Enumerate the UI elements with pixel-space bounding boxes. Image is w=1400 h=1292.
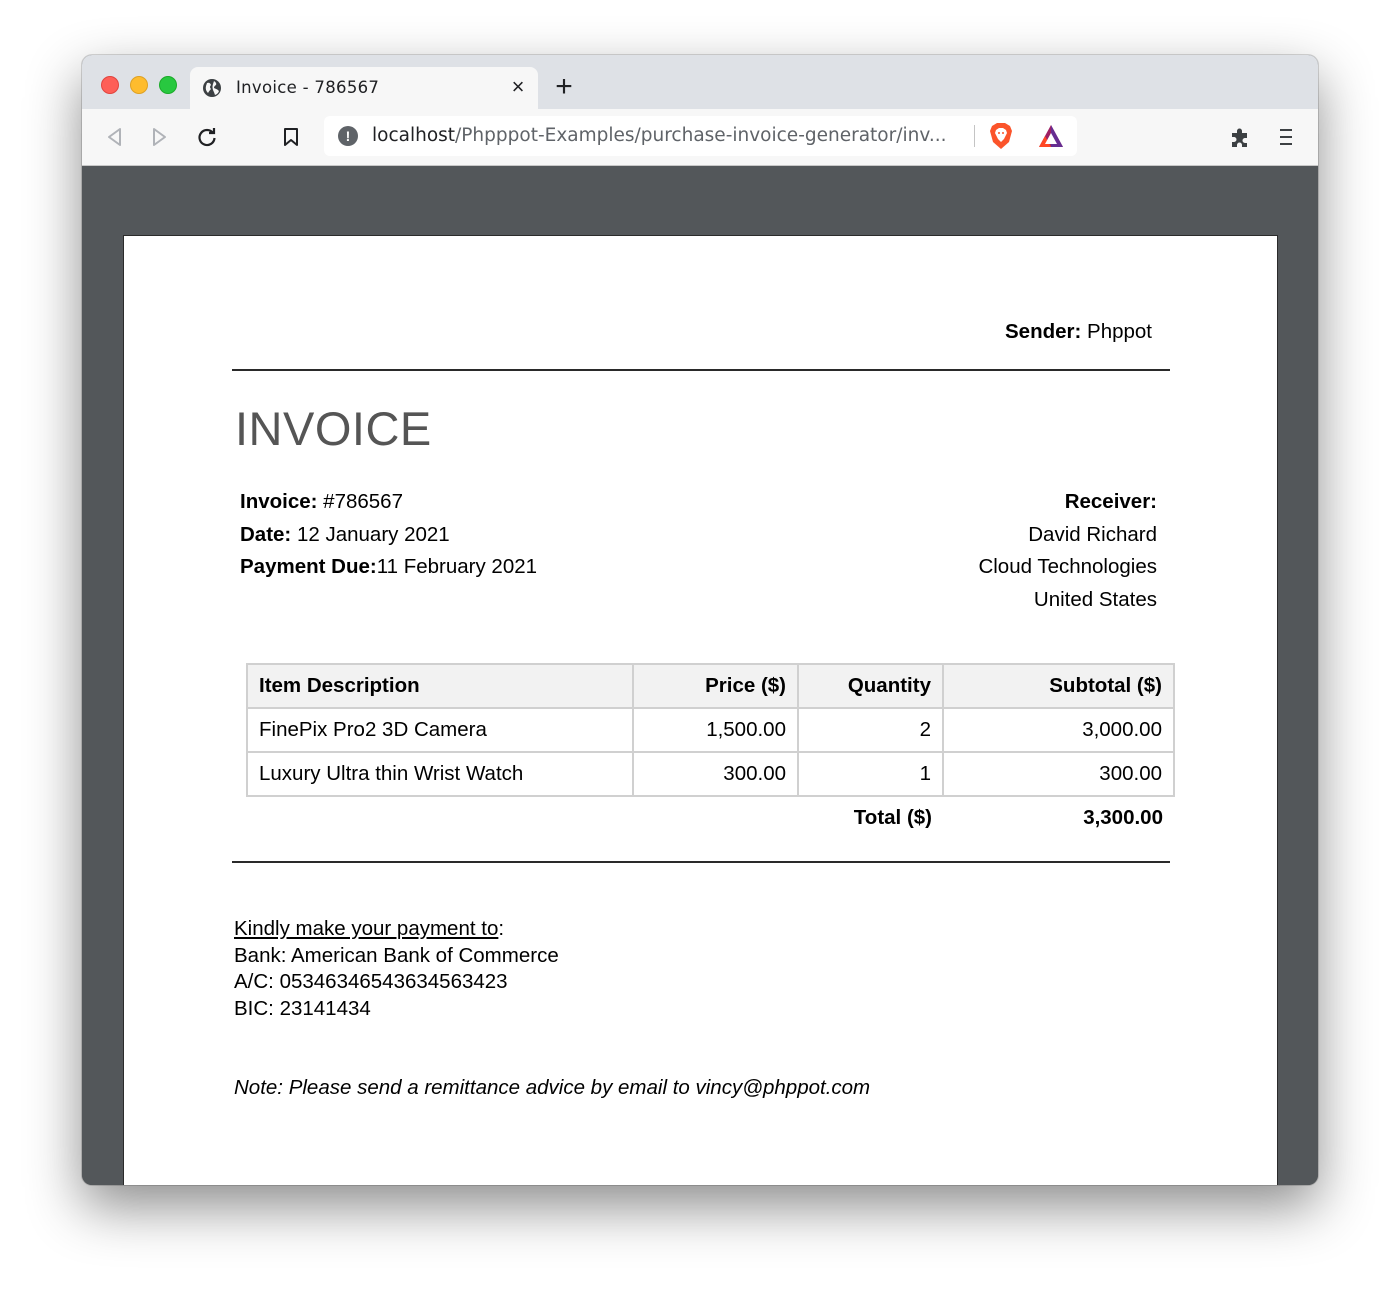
table-row: Luxury Ultra thin Wrist Watch 300.00 1 3… (246, 751, 1175, 797)
extensions-icon[interactable] (1228, 125, 1252, 149)
total-value: 3,300.00 (1083, 806, 1163, 829)
total-row: Total ($) 3,300.00 (247, 796, 1174, 839)
close-window-button[interactable] (101, 76, 119, 94)
account-number: A/C: 05346346543634563423 (234, 970, 508, 993)
invoice-title: INVOICE (235, 402, 432, 455)
receiver-label: Receiver: (1064, 490, 1157, 513)
item-quantity: 2 (797, 707, 944, 753)
maximize-window-button[interactable] (159, 76, 177, 94)
site-info-icon[interactable]: ! (338, 126, 358, 146)
item-description: FinePix Pro2 3D Camera (246, 707, 634, 753)
globe-icon (203, 79, 221, 97)
reload-button[interactable] (193, 123, 221, 151)
omnibox-separator (974, 125, 975, 147)
close-tab-icon[interactable]: × (506, 75, 530, 99)
header-item-description: Item Description (246, 663, 634, 709)
sender-label: Sender: (1005, 320, 1082, 343)
sender-value: Phppot (1081, 320, 1152, 343)
browser-toolbar: ! localhost/Phpppot-Examples/purchase-in… (82, 109, 1318, 166)
invoice-meta: Invoice: #786567 Date: 12 January 2021 P… (240, 486, 537, 584)
back-button[interactable] (101, 123, 129, 151)
item-quantity: 1 (797, 751, 944, 797)
receiver-country: United States (1033, 587, 1157, 611)
sender: Sender: Phppot (1005, 320, 1152, 344)
pdf-viewport[interactable]: Sender: Phppot INVOICE Invoice: #786567 … (82, 166, 1318, 1185)
bank-name: Bank: American Bank of Commerce (234, 943, 559, 967)
bookmark-icon (284, 128, 298, 146)
table-header-row: Item Description Price ($) Quantity Subt… (246, 663, 1175, 709)
brave-rewards-icon[interactable] (1037, 123, 1065, 149)
minimize-window-button[interactable] (130, 76, 148, 94)
tab-invoice[interactable]: Invoice - 786567 × (190, 67, 538, 109)
payment-details: Kindly make your payment to: Bank: Ameri… (234, 916, 559, 1022)
header-subtotal: Subtotal ($) (942, 663, 1175, 709)
bottom-divider (232, 861, 1170, 863)
item-price: 300.00 (632, 751, 799, 797)
address-bar[interactable]: ! localhost/Phpppot-Examples/purchase-in… (324, 116, 1077, 156)
receiver-name: David Richard (1028, 522, 1157, 546)
header-quantity: Quantity (797, 663, 944, 709)
new-tab-button[interactable]: + (550, 72, 578, 102)
forward-button[interactable] (145, 123, 173, 151)
back-icon (108, 128, 121, 146)
menu-icon[interactable] (1276, 125, 1296, 149)
tab-bar: Invoice - 786567 × + (82, 55, 1318, 109)
browser-window: Invoice - 786567 × + ! localhost/Phpppot… (82, 55, 1318, 1185)
payment-due: Payment Due:11 February 2021 (240, 555, 538, 578)
bookmark-button[interactable] (277, 123, 305, 151)
receiver-company: Cloud Technologies (978, 555, 1157, 578)
tab-title: Invoice - 786567 (236, 78, 380, 97)
invoice-page: Sender: Phppot INVOICE Invoice: #786567 … (123, 235, 1278, 1185)
payment-heading: Kindly make your payment to (234, 917, 499, 940)
receiver: Receiver: David Richard Cloud Technologi… (978, 486, 1157, 616)
items-table: Item Description Price ($) Quantity Subt… (246, 663, 1175, 839)
remittance-note: Note: Please send a remittance advice by… (234, 1076, 871, 1099)
forward-icon (153, 128, 166, 146)
reload-icon (198, 128, 216, 147)
brave-shields-icon[interactable] (988, 122, 1014, 150)
bic-code: BIC: 23141434 (234, 996, 371, 1020)
item-subtotal: 300.00 (942, 751, 1175, 797)
invoice-date: Date: 12 January 2021 (240, 522, 450, 546)
total-label: Total ($) (853, 806, 932, 829)
item-description: Luxury Ultra thin Wrist Watch (246, 751, 634, 797)
top-divider (232, 369, 1170, 371)
item-price: 1,500.00 (632, 707, 799, 753)
header-price: Price ($) (632, 663, 799, 709)
table-row: FinePix Pro2 3D Camera 1,500.00 2 3,000.… (246, 707, 1175, 753)
item-subtotal: 3,000.00 (942, 707, 1175, 753)
url-text[interactable]: localhost/Phpppot-Examples/purchase-invo… (372, 125, 946, 146)
invoice-number: Invoice: #786567 (240, 490, 403, 513)
